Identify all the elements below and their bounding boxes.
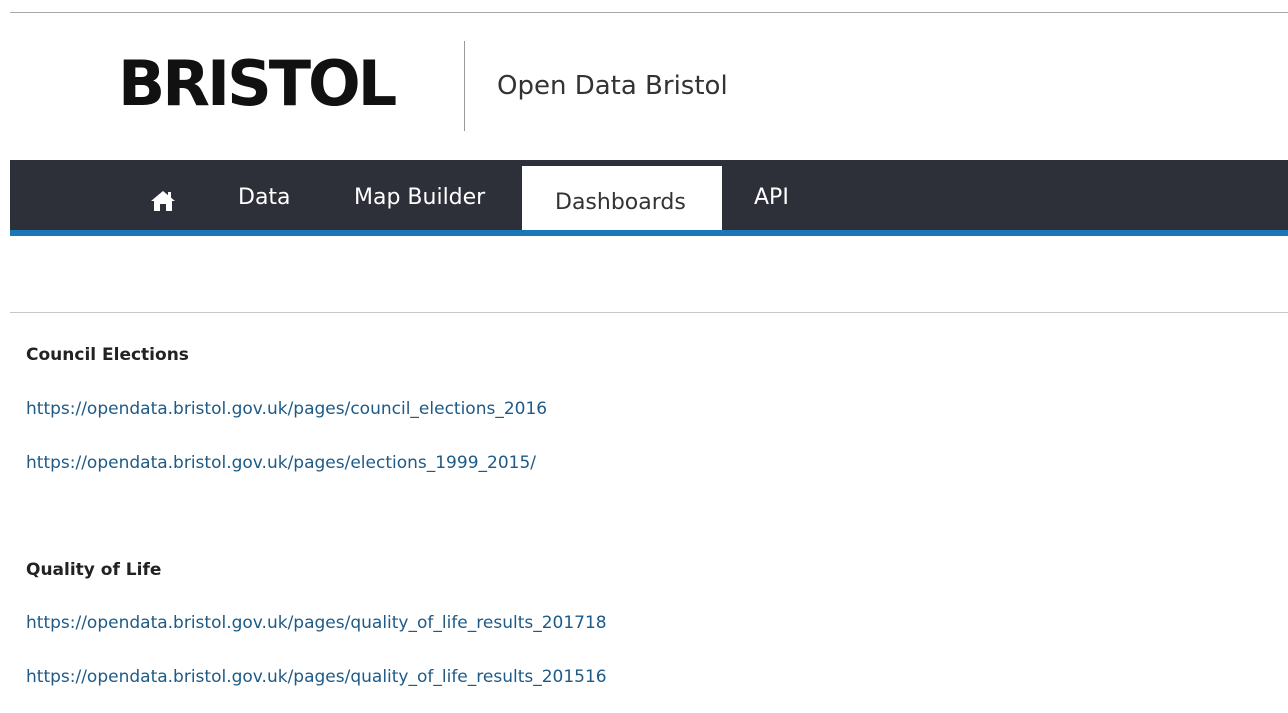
home-icon	[151, 191, 175, 211]
section-title-council-elections: Council Elections	[26, 345, 189, 365]
nav-data[interactable]: Data	[220, 160, 310, 230]
logo-divider	[464, 41, 465, 131]
nav-map-builder[interactable]: Map Builder	[334, 160, 514, 230]
nav-dashboards[interactable]: Dashboards	[522, 166, 722, 230]
link-council-elections-2016[interactable]: https://opendata.bristol.gov.uk/pages/co…	[26, 399, 547, 419]
nav-map-builder-label: Map Builder	[354, 185, 486, 210]
section-title-quality-of-life: Quality of Life	[26, 560, 162, 580]
bristol-logo[interactable]: BRISTOL	[118, 53, 397, 115]
content-divider	[10, 312, 1288, 313]
link-quality-of-life-201516[interactable]: https://opendata.bristol.gov.uk/pages/qu…	[26, 667, 607, 687]
nav-api[interactable]: API	[738, 160, 818, 230]
link-elections-1999-2015[interactable]: https://opendata.bristol.gov.uk/pages/el…	[26, 453, 536, 473]
main-navbar: Data Map Builder Dashboards API	[10, 160, 1288, 236]
link-quality-of-life-201718[interactable]: https://opendata.bristol.gov.uk/pages/qu…	[26, 613, 607, 633]
nav-dashboards-label: Dashboards	[555, 190, 686, 215]
site-name[interactable]: Open Data Bristol	[497, 71, 728, 101]
nav-home[interactable]	[146, 160, 186, 230]
nav-api-label: API	[754, 185, 789, 210]
site-header: BRISTOL Open Data Bristol	[10, 13, 1288, 160]
nav-data-label: Data	[238, 185, 291, 210]
